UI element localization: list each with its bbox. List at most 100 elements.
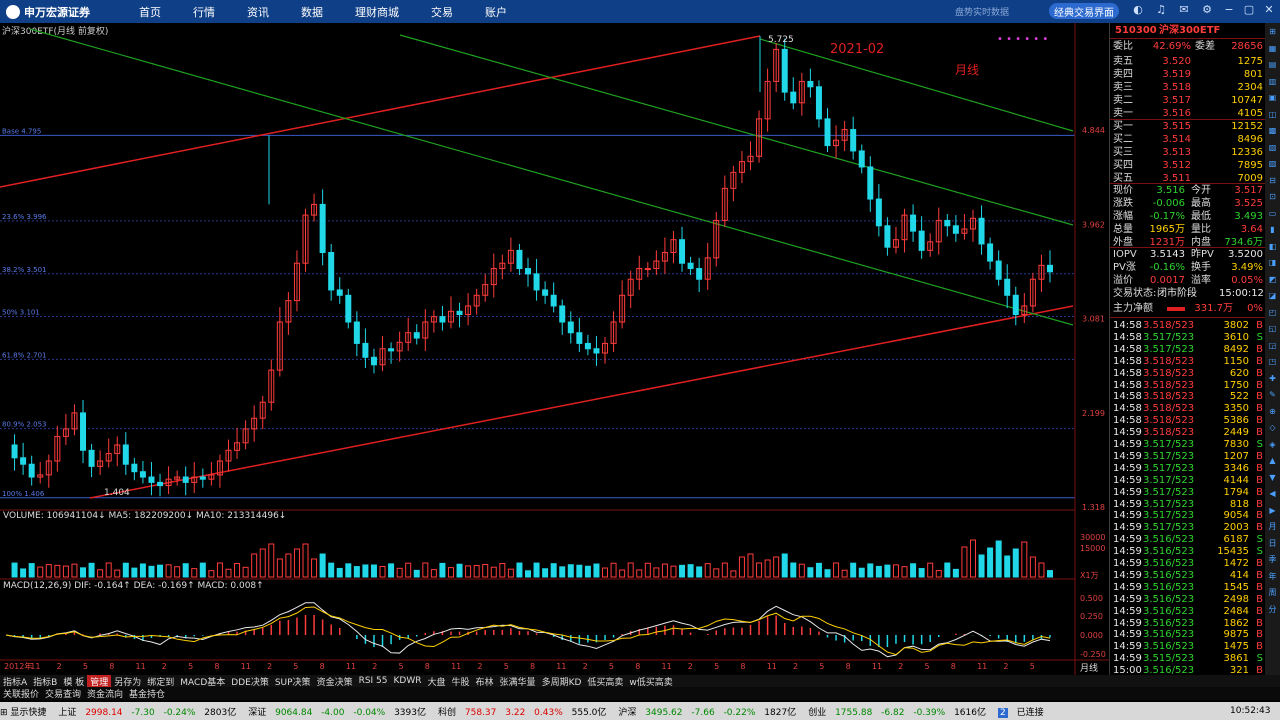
toolbar-icon[interactable]: ▮ (1267, 224, 1278, 235)
toolbar-icon[interactable]: ▲ (1267, 455, 1278, 466)
volume-bar (875, 565, 882, 578)
display-shortcut[interactable]: ⊞ 显示快捷 (0, 705, 52, 718)
toolbar-icon[interactable]: ✎ (1267, 389, 1278, 400)
toolbar-icon[interactable]: ◨ (1267, 257, 1278, 268)
indicator-tab[interactable]: RSI 55 (356, 676, 391, 686)
close-icon[interactable]: ✕ (1262, 3, 1276, 17)
toolbar-icon[interactable]: 周 (1267, 587, 1278, 598)
toolbar-icon[interactable]: ▧ (1267, 142, 1278, 153)
indicator-tab[interactable]: 多周期KD (539, 675, 585, 688)
bottom-tab[interactable]: 资金流向 (84, 687, 126, 700)
bottom-tab[interactable]: 基金持仓 (126, 687, 168, 700)
toolbar-icon[interactable]: ◲ (1267, 340, 1278, 351)
indicator-tab[interactable]: w低买高卖 (626, 675, 675, 688)
indicator-tab[interactable]: DDE决策 (228, 675, 272, 688)
bid-row[interactable]: 买四 3.512 7895 (1113, 160, 1263, 172)
toolbar-icon[interactable]: ▼ (1267, 472, 1278, 483)
nav-account[interactable]: 账户 (469, 4, 523, 20)
ask-row[interactable]: 卖四 3.519 801 (1113, 69, 1263, 81)
indicator-tab[interactable]: MACD基本 (177, 675, 228, 688)
toolbar-icon[interactable]: ◩ (1267, 274, 1278, 285)
indicator-tab[interactable]: 另存为 (111, 675, 144, 688)
toolbar-icon[interactable]: ▤ (1267, 59, 1278, 70)
brand-logo[interactable]: 申万宏源证券 (0, 0, 111, 23)
nav-data[interactable]: 数据 (285, 4, 339, 20)
indicator-tab[interactable]: 张满华量 (497, 675, 539, 688)
nav-market[interactable]: 行情 (177, 4, 231, 20)
index-kc[interactable]: 科创 758.37 3.22 0.43% 555.0亿 (438, 705, 612, 718)
toolbar-icon[interactable]: 年 (1267, 571, 1278, 582)
toolbar-icon[interactable]: 日 (1267, 538, 1278, 549)
tick-side: B (1256, 569, 1263, 581)
bid-row[interactable]: 买二 3.514 8496 (1113, 134, 1263, 146)
toolbar-icon[interactable]: ◳ (1267, 356, 1278, 367)
tick-side: B (1256, 617, 1263, 629)
toolbar-icon[interactable]: ⊟ (1267, 175, 1278, 186)
toolbar-icon[interactable]: ◧ (1267, 241, 1278, 252)
candle-body (781, 48, 788, 93)
mail-icon[interactable]: ✉ (1177, 3, 1191, 17)
bottom-tab[interactable]: 关联报价 (0, 687, 42, 700)
toolbar-icon[interactable]: ▭ (1267, 208, 1278, 219)
toolbar-icon[interactable]: ▣ (1267, 92, 1278, 103)
indicator-tab[interactable]: 模 板 (60, 675, 87, 688)
toolbar-icon[interactable]: ◇ (1267, 422, 1278, 433)
toolbar-icon[interactable]: ⊡ (1267, 191, 1278, 202)
toolbar-icon[interactable]: ◪ (1267, 290, 1278, 301)
bid-row[interactable]: 买一 3.515 12152 (1113, 121, 1263, 133)
indicator-tab[interactable]: 管理 (87, 674, 112, 688)
volume-bar (465, 565, 472, 578)
toolbar-icon[interactable]: 月 (1267, 521, 1278, 532)
indicator-tab[interactable]: 布林 (473, 675, 497, 688)
toolbar-icon[interactable]: ▩ (1267, 125, 1278, 136)
time-tick: 5 (504, 662, 509, 671)
indicator-tab[interactable]: 资金决策 (314, 675, 356, 688)
toolbar-icon[interactable]: 分 (1267, 604, 1278, 615)
candle-body (790, 91, 797, 104)
indicator-tab[interactable]: 指标B (30, 675, 60, 688)
toolbar-icon[interactable]: ⊕ (1267, 406, 1278, 417)
ask-row[interactable]: 卖三 3.518 2304 (1113, 82, 1263, 94)
index-sh[interactable]: 上证 2998.14 -7.30 -0.24% 2803亿 (58, 705, 242, 718)
toolbar-icon[interactable]: ▦ (1267, 43, 1278, 54)
toolbar-icon[interactable]: ◰ (1267, 307, 1278, 318)
toolbar-icon[interactable]: ◈ (1267, 439, 1278, 450)
classic-trade-button[interactable]: 经典交易界面 (1049, 3, 1119, 19)
nav-home[interactable]: 首页 (123, 4, 177, 20)
index-sz[interactable]: 深证 9064.84 -4.00 -0.04% 3393亿 (248, 705, 432, 718)
bottom-tab[interactable]: 交易查询 (42, 687, 84, 700)
toolbar-icon[interactable]: 季 (1267, 554, 1278, 565)
toolbar-icon[interactable]: ▥ (1267, 76, 1278, 87)
maximize-icon[interactable]: ▢ (1242, 3, 1256, 17)
minimize-icon[interactable]: − (1222, 3, 1236, 17)
toolbar-icon[interactable]: ▶ (1267, 505, 1278, 516)
toolbar-icon[interactable]: ◀ (1267, 488, 1278, 499)
indicator-tab[interactable]: KDWR (391, 676, 425, 686)
time-tick: 11 (30, 662, 40, 671)
ask-row[interactable]: 卖五 3.520 1275 (1113, 56, 1263, 68)
nav-finance-mall[interactable]: 理财商城 (339, 4, 415, 20)
index-hs[interactable]: 沪深 3495.62 -7.66 -0.22% 1827亿 (618, 705, 802, 718)
toolbar-icon[interactable]: ◱ (1267, 323, 1278, 334)
indicator-tab[interactable]: 低买高卖 (584, 675, 626, 688)
toolbar-icon[interactable]: ◫ (1267, 109, 1278, 120)
tick-price: 3.518/523 (1143, 415, 1195, 427)
kline-chart[interactable]: Base 4.795 23.6% 3.996 38.2% 3.501 50% 3.10… (0, 23, 1109, 675)
stat-row: 溢价 0.0017 溢率 0.05% (1113, 275, 1263, 287)
settings-icon[interactable]: ⚙ (1200, 3, 1214, 17)
bid-row[interactable]: 买三 3.513 12336 (1113, 147, 1263, 159)
ask-row[interactable]: 卖二 3.517 10747 (1113, 95, 1263, 107)
toolbar-icon[interactable]: ⊞ (1267, 26, 1278, 37)
user-icon[interactable]: ◐ (1131, 3, 1145, 17)
index-cy[interactable]: 创业 1755.88 -6.82 -0.39% 1616亿 (808, 705, 992, 718)
indicator-tab[interactable]: 大盘 (425, 675, 449, 688)
nav-news[interactable]: 资讯 (231, 4, 285, 20)
indicator-tab[interactable]: 绑定到 (144, 675, 177, 688)
indicator-tab[interactable]: SUP决策 (272, 675, 314, 688)
headset-icon[interactable]: ♫ (1154, 3, 1168, 17)
toolbar-icon[interactable]: ✚ (1267, 373, 1278, 384)
indicator-tab[interactable]: 牛股 (449, 675, 473, 688)
toolbar-icon[interactable]: ▨ (1267, 158, 1278, 169)
nav-trade[interactable]: 交易 (415, 4, 469, 20)
indicator-tab[interactable]: 指标A (0, 675, 30, 688)
